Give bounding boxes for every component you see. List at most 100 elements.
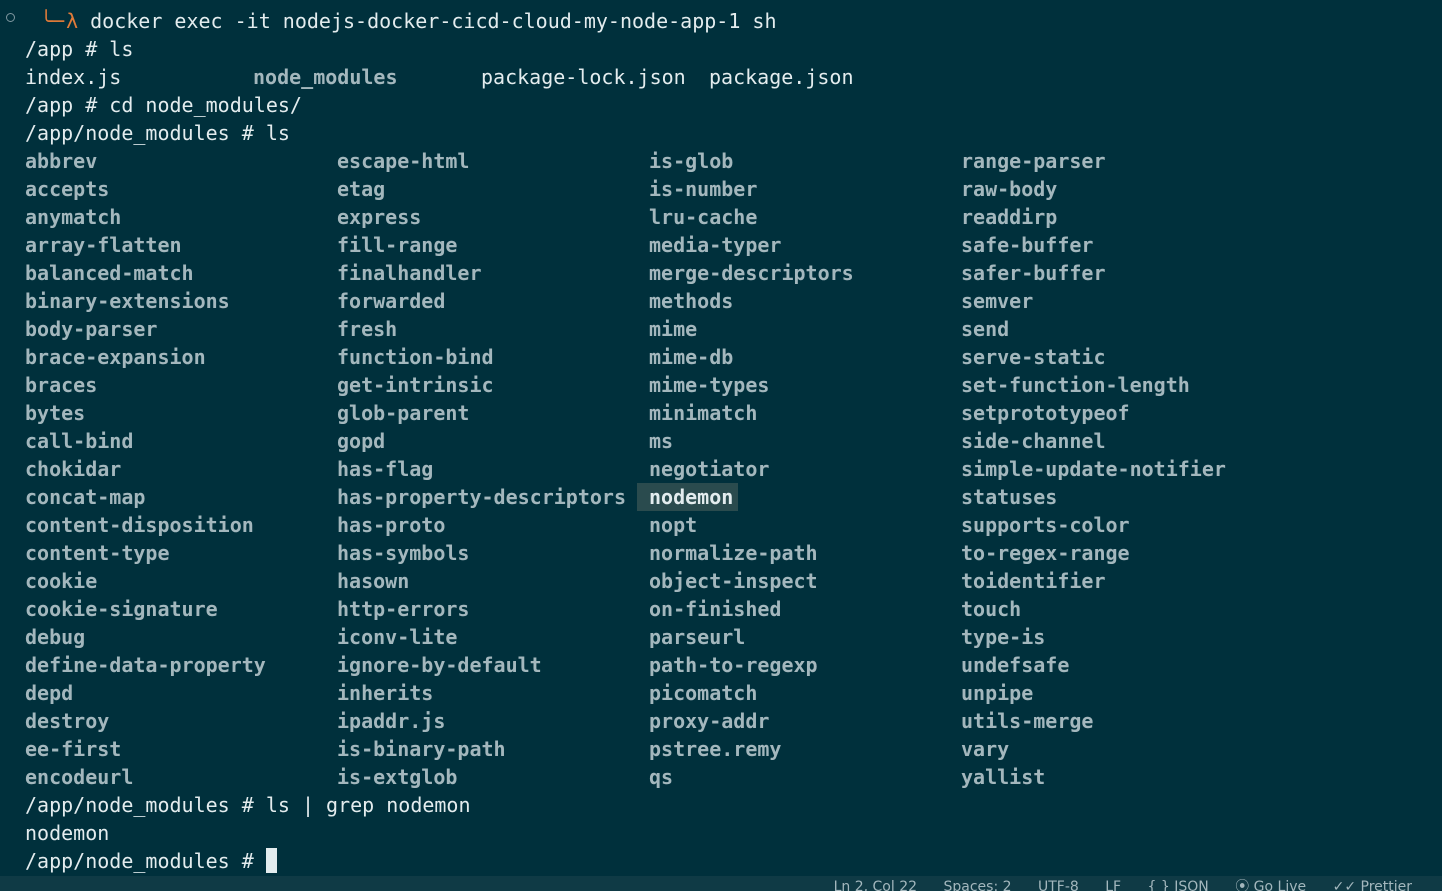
module-lru-cache: lru-cache: [649, 205, 758, 229]
prompt-lambda: λ: [66, 9, 79, 33]
module-supports-color: supports-color: [961, 513, 1130, 537]
module-object-inspect: object-inspect: [649, 569, 818, 593]
module-balanced-match: balanced-match: [25, 261, 194, 285]
status-prettier[interactable]: ✓✓ Prettier: [1333, 879, 1412, 891]
grep-command-line: /app/node_modules # ls | grep nodemon: [25, 793, 471, 817]
module-serve-static: serve-static: [961, 345, 1106, 369]
module-function-bind: function-bind: [337, 345, 494, 369]
module-media-typer: media-typer: [649, 233, 782, 257]
module-negotiator: negotiator: [649, 457, 770, 481]
module-toidentifier: toidentifier: [961, 569, 1106, 593]
module-normalize-path: normalize-path: [649, 541, 818, 565]
status-go-live[interactable]: ⦿ Go Live: [1235, 879, 1306, 891]
module-setprototypeof: setprototypeof: [961, 401, 1130, 425]
module-pstree-remy: pstree.remy: [649, 737, 782, 761]
module-on-finished: on-finished: [649, 597, 782, 621]
module-cookie: cookie: [25, 569, 98, 593]
module-depd: depd: [25, 681, 74, 705]
module-side-channel: side-channel: [961, 429, 1106, 453]
module-has-flag: has-flag: [337, 457, 434, 481]
module-body-parser: body-parser: [25, 317, 158, 341]
module-proxy-addr: proxy-addr: [649, 709, 770, 733]
module-semver: semver: [961, 289, 1034, 313]
docker-exec-command: docker exec -it nodejs-docker-cicd-cloud…: [90, 9, 777, 33]
command-line-5: /app/node_modules # ls: [25, 121, 290, 145]
module-binary-extensions: binary-extensions: [25, 289, 230, 313]
module-fill-range: fill-range: [337, 233, 458, 257]
module-send: send: [961, 317, 1010, 341]
module-mime-db: mime-db: [649, 345, 734, 369]
status-language[interactable]: { } JSON: [1148, 879, 1209, 891]
module-mime-types: mime-types: [649, 373, 770, 397]
command-line-2: /app # ls: [25, 37, 134, 61]
prompt-hook-icon: ╰─: [40, 9, 65, 33]
module-express: express: [337, 205, 422, 229]
module-vary: vary: [961, 737, 1010, 761]
module-picomatch: picomatch: [649, 681, 758, 705]
grep-result-line: nodemon: [25, 821, 110, 845]
module-methods: methods: [649, 289, 734, 313]
status-cursor-position[interactable]: Ln 2, Col 22: [834, 879, 917, 891]
module-utils-merge: utils-merge: [961, 709, 1094, 733]
module-type-is: type-is: [961, 625, 1046, 649]
module-readdirp: readdirp: [961, 205, 1058, 229]
module-range-parser: range-parser: [961, 149, 1106, 173]
module-abbrev: abbrev: [25, 149, 98, 173]
module-column-3: is-glob is-number lru-cache media-typer merg…: [637, 147, 854, 791]
status-indentation[interactable]: Spaces: 2: [943, 879, 1011, 891]
module-is-glob: is-glob: [649, 149, 734, 173]
module-braces: braces: [25, 373, 98, 397]
command-marker-icon: [6, 13, 15, 22]
module-path-to-regexp: path-to-regexp: [649, 653, 818, 677]
module-cookie-signature: cookie-signature: [25, 597, 218, 621]
module-column-4: range-parser raw-body readdirp safe-buffer s…: [961, 147, 1226, 791]
module-concat-map: concat-map: [25, 485, 146, 509]
module-ee-first: ee-first: [25, 737, 122, 761]
status-eol[interactable]: LF: [1105, 879, 1121, 891]
module-forwarded: forwarded: [337, 289, 446, 313]
module-accepts: accepts: [25, 177, 110, 201]
module-undefsafe: undefsafe: [961, 653, 1070, 677]
terminal-cursor: [265, 848, 277, 873]
module-destroy: destroy: [25, 709, 110, 733]
module-touch: touch: [961, 597, 1022, 621]
command-line-1: ╰─ λ docker exec -it nodejs-docker-cicd-cl…: [40, 7, 776, 35]
module-glob-parent: glob-parent: [337, 401, 470, 425]
module-define-data-property: define-data-property: [25, 653, 266, 677]
module-to-regex-range: to-regex-range: [961, 541, 1130, 565]
module-get-intrinsic: get-intrinsic: [337, 373, 494, 397]
module-hasown: hasown: [337, 569, 410, 593]
module-column-2: escape-html etag express fill-range finalhan…: [337, 147, 626, 791]
module-has-symbols: has-symbols: [337, 541, 470, 565]
module-mime: mime: [649, 317, 698, 341]
module-call-bind: call-bind: [25, 429, 134, 453]
module-safe-buffer: safe-buffer: [961, 233, 1094, 257]
final-prompt-line[interactable]: /app/node_modules #: [25, 847, 277, 875]
module-is-extglob: is-extglob: [337, 765, 458, 789]
module-is-binary-path: is-binary-path: [337, 737, 506, 761]
module-unpipe: unpipe: [961, 681, 1034, 705]
file-index-js: index.js: [25, 65, 122, 89]
module-ipaddr-js: ipaddr.js: [337, 709, 446, 733]
module-content-type: content-type: [25, 541, 170, 565]
module-nodemon: nodemon: [637, 483, 739, 511]
module-debug: debug: [25, 625, 86, 649]
terminal[interactable]: ╰─ λ docker exec -it nodejs-docker-cicd-cl…: [0, 0, 1442, 876]
module-inherits: inherits: [337, 681, 434, 705]
module-statuses: statuses: [961, 485, 1058, 509]
module-minimatch: minimatch: [649, 401, 758, 425]
status-bar: Ln 2, Col 22 Spaces: 2 UTF-8 LF { } JSON…: [0, 876, 1442, 891]
module-chokidar: chokidar: [25, 457, 122, 481]
module-ms: ms: [649, 429, 674, 453]
module-column-1: abbrev accepts anymatch array-flatten balanc…: [25, 147, 266, 791]
module-anymatch: anymatch: [25, 205, 122, 229]
module-qs: qs: [649, 765, 674, 789]
module-simple-update-notifier: simple-update-notifier: [961, 457, 1226, 481]
app-file-list: index.js node_modules package-lock.json …: [25, 63, 854, 91]
command-line-4: /app # cd node_modules/: [25, 93, 302, 117]
module-yallist: yallist: [961, 765, 1046, 789]
status-encoding[interactable]: UTF-8: [1038, 879, 1079, 891]
module-escape-html: escape-html: [337, 149, 470, 173]
file-package-lock-json: package-lock.json: [481, 65, 686, 89]
module-nopt: nopt: [649, 513, 698, 537]
